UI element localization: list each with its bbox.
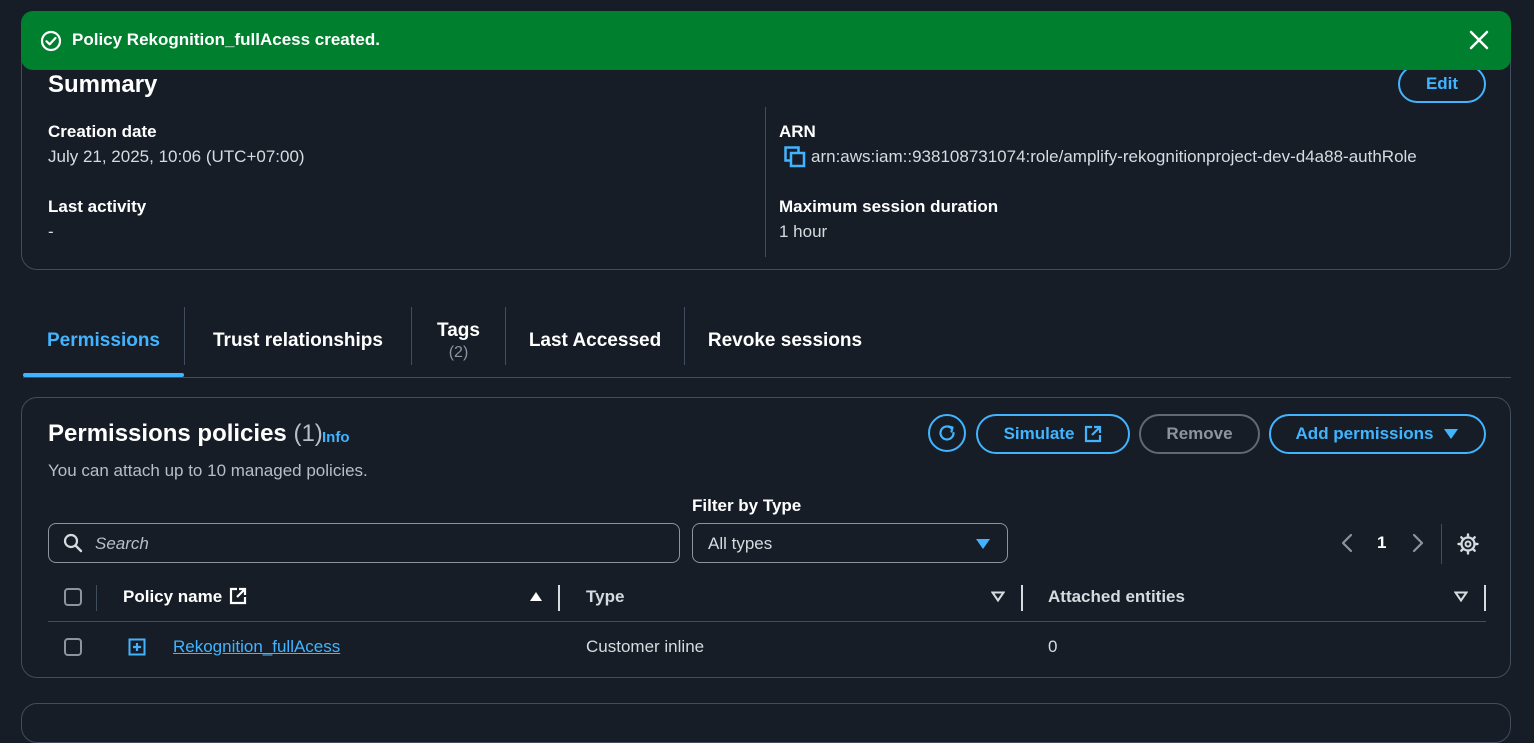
- refresh-button[interactable]: [928, 414, 966, 452]
- attached-entities-cell: 0: [1048, 637, 1058, 656]
- search-box: [48, 523, 680, 564]
- tab-tags[interactable]: Tags (2): [412, 305, 505, 377]
- sort-desc-icon[interactable]: [1454, 591, 1468, 602]
- chevron-left-icon[interactable]: [1340, 532, 1354, 554]
- chevron-right-icon[interactable]: [1411, 532, 1425, 554]
- permissions-description: You can attach up to 10 managed policies…: [48, 461, 368, 480]
- select-all-checkbox[interactable]: [64, 588, 82, 606]
- filter-type-value: All types: [708, 534, 773, 553]
- sort-asc-icon[interactable]: [529, 591, 543, 602]
- column-separator: [1021, 585, 1023, 611]
- tab-revoke-sessions[interactable]: Revoke sessions: [685, 305, 885, 377]
- tab-count: (2): [448, 344, 469, 361]
- search-input[interactable]: [93, 524, 667, 564]
- permissions-count: (1): [293, 420, 323, 447]
- max-session-value: 1 hour: [779, 222, 828, 241]
- caret-down-icon: [1444, 429, 1459, 439]
- sort-desc-icon[interactable]: [991, 591, 1005, 602]
- pager-separator: [1441, 524, 1442, 564]
- role-tabs: Permissions Trust relationships Tags (2)…: [23, 305, 1511, 378]
- flash-message: Policy Rekognition_fullAcess created.: [72, 30, 380, 49]
- close-icon[interactable]: [1466, 27, 1492, 53]
- filter-by-type-label: Filter by Type: [692, 496, 802, 515]
- edit-button-label: Edit: [1425, 74, 1459, 93]
- expand-icon[interactable]: [128, 638, 146, 656]
- active-tab-indicator: [23, 373, 184, 377]
- external-link-icon: [1085, 425, 1102, 443]
- external-link-icon: [229, 587, 247, 605]
- tab-label: Permissions: [47, 330, 160, 351]
- summary-card: Summary Edit Creation date July 21, 2025…: [21, 40, 1511, 270]
- creation-date-label: Creation date: [48, 122, 157, 141]
- row-checkbox[interactable]: [64, 638, 82, 656]
- tab-permissions[interactable]: Permissions: [23, 305, 184, 377]
- policy-type-cell: Customer inline: [586, 637, 705, 656]
- policy-name-link[interactable]: Rekognition_fullAcess: [173, 637, 340, 657]
- max-session-label: Maximum session duration: [779, 197, 999, 216]
- info-link[interactable]: Info: [322, 429, 350, 446]
- permissions-title-text: Permissions policies: [48, 420, 287, 447]
- policies-table-header: Policy name Type Attached entities: [48, 573, 1486, 622]
- tab-label: Trust relationships: [213, 330, 383, 351]
- last-activity-label: Last activity: [48, 197, 147, 216]
- column-separator: [558, 585, 560, 611]
- permissions-policies-card: Permissions policies (1) Info You can at…: [21, 397, 1511, 678]
- arn-label: ARN: [779, 122, 816, 141]
- add-permissions-button[interactable]: Add permissions: [1269, 414, 1486, 454]
- tab-label: Revoke sessions: [707, 330, 863, 351]
- arn-value: arn:aws:iam::938108731074:role/amplify-r…: [811, 147, 1417, 166]
- column-type-label: Type: [586, 587, 625, 606]
- column-separator: [96, 585, 97, 611]
- add-permissions-label: Add permissions: [1295, 424, 1434, 443]
- column-policy-name-label: Policy name: [123, 587, 223, 606]
- column-separator: [1484, 585, 1486, 611]
- tab-trust-relationships[interactable]: Trust relationships: [185, 305, 411, 377]
- column-attached-entities-label: Attached entities: [1048, 587, 1185, 606]
- column-type[interactable]: Type: [586, 587, 624, 607]
- remove-button[interactable]: Remove: [1139, 414, 1260, 454]
- remove-button-label: Remove: [1166, 424, 1233, 443]
- permissions-title: Permissions policies (1): [48, 420, 323, 448]
- check-circle-icon: [40, 30, 62, 52]
- tab-last-accessed[interactable]: Last Accessed: [506, 305, 684, 377]
- summary-title: Summary: [48, 71, 158, 98]
- gear-icon[interactable]: [1457, 533, 1479, 555]
- filter-type-select[interactable]: All types: [692, 523, 1008, 563]
- copy-icon[interactable]: [784, 146, 806, 168]
- creation-date-value: July 21, 2025, 10:06 (UTC+07:00): [48, 147, 305, 166]
- column-attached-entities[interactable]: Attached entities: [1048, 587, 1185, 607]
- column-policy-name[interactable]: Policy name: [123, 587, 222, 607]
- edit-button[interactable]: Edit: [1398, 65, 1486, 103]
- success-flash-banner: Policy Rekognition_fullAcess created.: [21, 11, 1511, 70]
- caret-down-icon: [976, 539, 990, 549]
- simulate-button[interactable]: Simulate: [976, 414, 1130, 454]
- page-number-button[interactable]: 1: [1377, 533, 1386, 553]
- search-icon: [63, 533, 83, 553]
- tab-label: Last Accessed: [528, 330, 662, 351]
- refresh-icon: [939, 425, 955, 441]
- summary-divider: [765, 107, 766, 257]
- next-section-card: [21, 703, 1511, 743]
- tab-label: Tags: [437, 320, 480, 341]
- simulate-button-label: Simulate: [1003, 424, 1075, 443]
- last-activity-value: -: [48, 222, 54, 241]
